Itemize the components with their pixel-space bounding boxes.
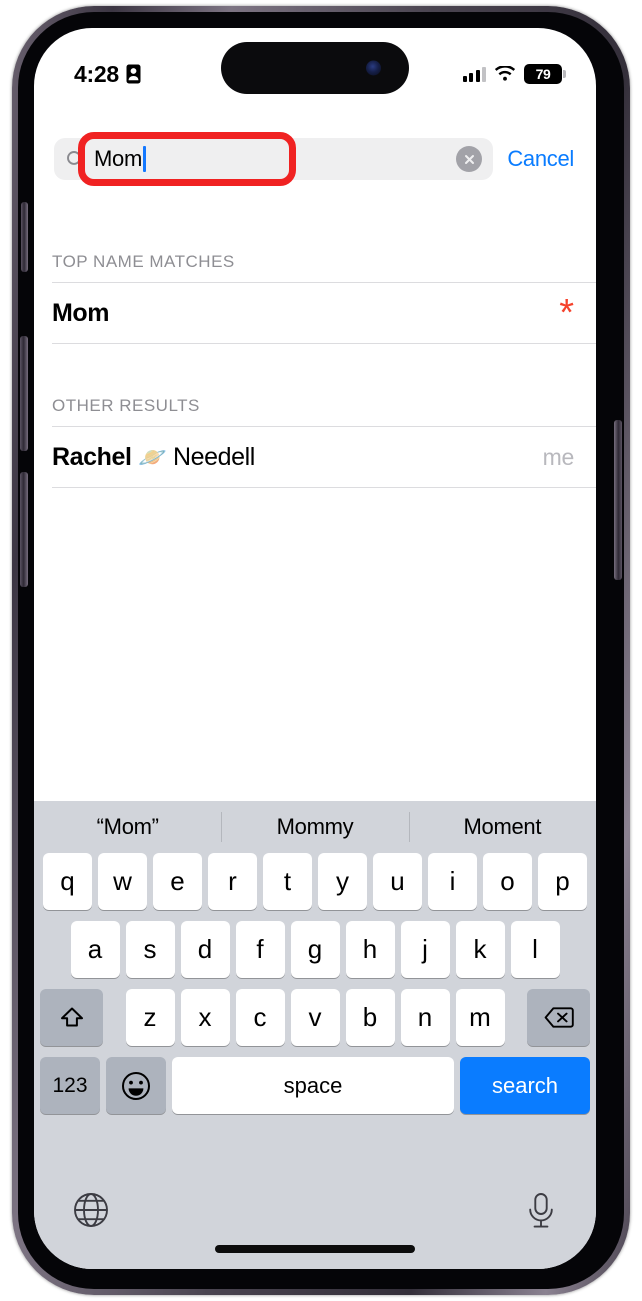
key-l[interactable]: l [510,921,560,978]
status-bar-right: 79 [462,64,566,84]
shift-icon[interactable] [40,989,103,1046]
globe-icon[interactable] [72,1191,110,1229]
clear-text-icon[interactable] [456,146,483,172]
saturn-emoji: 🪐 [138,443,167,470]
key-x[interactable]: x [180,989,230,1046]
me-label: me [542,443,575,470]
power-button[interactable] [614,420,622,580]
space-key[interactable]: space [172,1057,454,1114]
keyboard-bottom-bar [34,1183,596,1269]
result-name: Rachel 🪐 Needell [52,442,255,471]
key-r[interactable]: r [208,853,257,910]
result-name: Mom [52,298,110,327]
key-n[interactable]: n [400,989,450,1046]
phone-frame: 4:28 79 Mom Cancel TOP NAME MATCHES Mom … [12,6,630,1295]
key-e[interactable]: e [153,853,202,910]
key-d[interactable]: d [180,921,230,978]
on-screen-keyboard: “Mom” Mommy Moment q w e r t y u i o p a… [34,801,596,1269]
search-bar: Mom Cancel [34,128,596,190]
key-m[interactable]: m [455,989,505,1046]
key-g[interactable]: g [290,921,340,978]
predictive-text-bar: “Mom” Mommy Moment [34,801,596,853]
battery-level: 79 [535,66,551,82]
wifi-icon [494,65,516,81]
keyboard-keys: q w e r t y u i o p a s d f g h j k l z … [34,853,596,1114]
list-item[interactable]: Mom * [34,283,596,343]
microphone-icon[interactable] [524,1191,558,1231]
home-indicator[interactable] [215,1245,415,1253]
text-cursor [143,146,146,172]
key-p[interactable]: p [538,853,587,910]
silent-switch[interactable] [21,202,28,272]
battery-icon: 79 [524,64,566,84]
prediction-2[interactable]: Moment [408,801,596,853]
key-o[interactable]: o [483,853,532,910]
divider [52,487,596,488]
cellular-signal-icon [462,66,486,82]
key-s[interactable]: s [125,921,175,978]
key-b[interactable]: b [345,989,395,1046]
key-k[interactable]: k [455,921,505,978]
keyboard-row-4: 123 space search [37,1057,593,1114]
search-input[interactable]: Mom [54,138,494,180]
status-bar-left: 4:28 [74,61,141,88]
emoji-key[interactable] [106,1057,166,1114]
volume-up-button[interactable] [20,336,28,451]
key-c[interactable]: c [235,989,285,1046]
key-z[interactable]: z [125,989,175,1046]
status-time: 4:28 [74,60,119,87]
key-f[interactable]: f [235,921,285,978]
key-j[interactable]: j [400,921,450,978]
key-v[interactable]: v [290,989,340,1046]
keyboard-row-2: a s d f g h j k l [37,921,593,978]
keyboard-row-3: z x c v b n m [37,989,593,1046]
key-a[interactable]: a [70,921,120,978]
prediction-1[interactable]: Mommy [221,801,408,853]
front-camera-icon [366,60,381,76]
cancel-button[interactable]: Cancel [507,146,574,172]
contact-card-icon [126,64,141,84]
asterisk-emoji: * [559,292,574,334]
key-u[interactable]: u [373,853,422,910]
dynamic-island[interactable] [221,42,409,94]
search-input-value: Mom [94,146,142,171]
prediction-0[interactable]: “Mom” [34,801,221,853]
volume-down-button[interactable] [20,472,28,587]
keyboard-row-1: q w e r t y u i o p [37,853,593,910]
key-i[interactable]: i [428,853,477,910]
numbers-key[interactable]: 123 [40,1057,100,1114]
key-y[interactable]: y [318,853,367,910]
section-header-top-name-matches: TOP NAME MATCHES [52,252,235,271]
key-t[interactable]: t [263,853,312,910]
key-h[interactable]: h [345,921,395,978]
delete-backspace-icon[interactable] [527,989,590,1046]
phone-screen: 4:28 79 Mom Cancel TOP NAME MATCHES Mom … [34,28,596,1269]
search-return-key[interactable]: search [460,1057,590,1114]
search-results-list: TOP NAME MATCHES Mom * OTHER RESULTS Rac… [34,198,596,801]
section-header-other-results: OTHER RESULTS [52,396,200,415]
list-item[interactable]: Rachel 🪐 Needell me [34,427,596,487]
search-icon [67,150,85,168]
key-q[interactable]: q [43,853,92,910]
key-w[interactable]: w [98,853,147,910]
